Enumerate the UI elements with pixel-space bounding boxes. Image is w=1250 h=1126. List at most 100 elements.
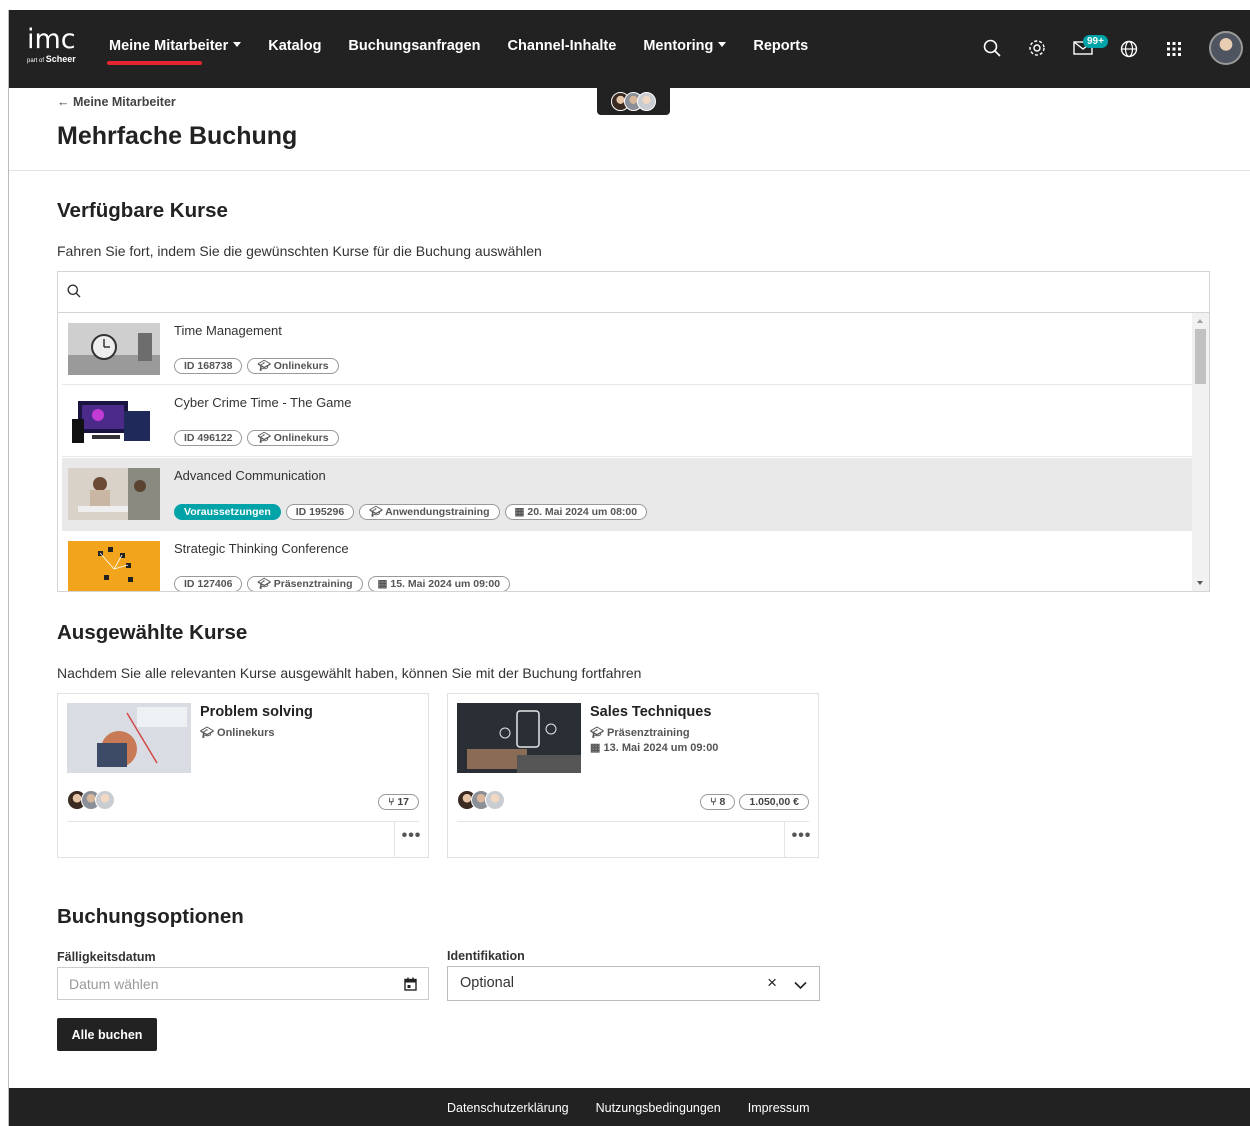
avatar bbox=[95, 790, 115, 810]
privacy-link[interactable]: Datenschutzerklärung bbox=[447, 1101, 569, 1115]
chevron-down-icon bbox=[718, 42, 727, 47]
nav-reports[interactable]: Reports bbox=[753, 38, 808, 54]
due-date-label: Fälligkeitsdatum bbox=[57, 950, 156, 964]
course-thumbnail bbox=[457, 703, 581, 773]
nav-meine-mitarbeiter[interactable]: Meine Mitarbeiter bbox=[106, 38, 242, 65]
main-nav: Meine Mitarbeiter Katalog Buchungsanfrag… bbox=[106, 38, 835, 65]
due-date-field[interactable] bbox=[57, 967, 429, 1000]
booking-options-heading: Buchungsoptionen bbox=[57, 905, 244, 928]
graduation-cap-icon: 🎓︎ bbox=[590, 727, 604, 739]
clear-icon[interactable]: × bbox=[767, 973, 777, 993]
user-avatar[interactable] bbox=[1209, 31, 1243, 65]
imprint-link[interactable]: Impressum bbox=[748, 1101, 810, 1115]
course-thumbnail bbox=[68, 541, 160, 591]
course-picker: Time Management ID 168738 🎓︎ Onlinekurs … bbox=[57, 271, 1210, 592]
globe-icon[interactable] bbox=[1117, 37, 1141, 61]
identification-label: Identifikation bbox=[447, 949, 525, 963]
course-id-chip: ID 195296 bbox=[285, 504, 355, 520]
divider bbox=[457, 821, 809, 822]
logo-text: imc bbox=[27, 24, 76, 55]
scroll-up-arrow[interactable] bbox=[1197, 319, 1203, 323]
search-icon bbox=[67, 284, 81, 303]
course-row-strategic-thinking[interactable]: Strategic Thinking Conference ID 127406 … bbox=[62, 531, 1192, 591]
graduation-cap-icon: 🎓︎ bbox=[257, 432, 271, 444]
logo-subtitle: part of Scheer bbox=[27, 54, 76, 64]
scroll-down-arrow[interactable] bbox=[1197, 581, 1203, 585]
course-date-chip: ▦ 15. Mai 2024 um 09:00 bbox=[367, 576, 511, 591]
course-title: Cyber Crime Time - The Game bbox=[174, 395, 352, 410]
divider bbox=[9, 170, 1250, 171]
course-row-cyber-crime[interactable]: Cyber Crime Time - The Game ID 496122 🎓︎… bbox=[62, 385, 1192, 457]
course-id-chip: ID 496122 bbox=[174, 430, 243, 446]
search-icon[interactable] bbox=[980, 36, 1004, 60]
graduation-cap-icon: 🎓︎ bbox=[257, 578, 271, 590]
mail-count-badge: 99+ bbox=[1083, 35, 1108, 48]
course-thumbnail bbox=[68, 395, 160, 447]
nav-buchungsanfragen[interactable]: Buchungsanfragen bbox=[348, 38, 480, 54]
identification-select[interactable]: Optional × bbox=[447, 966, 820, 1001]
book-all-button[interactable]: Alle buchen bbox=[57, 1018, 157, 1051]
selected-courses-heading: Ausgewählte Kurse bbox=[57, 621, 248, 644]
card-type: 🎓︎ Präsenztraining bbox=[590, 727, 690, 739]
graduation-cap-icon: 🎓︎ bbox=[200, 727, 214, 739]
avatar bbox=[485, 790, 505, 810]
seats-chip: ⑂ 17 bbox=[378, 794, 419, 810]
card-date: ▦ 13. Mai 2024 um 09:00 bbox=[590, 742, 719, 754]
course-type-chip: 🎓︎ Onlinekurs bbox=[247, 358, 339, 374]
participant-avatars[interactable] bbox=[457, 790, 505, 810]
seat-icon: ⑂ bbox=[388, 796, 395, 808]
available-courses-heading: Verfügbare Kurse bbox=[57, 199, 228, 222]
page-title: Mehrfache Buchung bbox=[57, 122, 298, 150]
course-title: Strategic Thinking Conference bbox=[174, 541, 349, 556]
footer: Datenschutzerklärung Nutzungsbedingungen… bbox=[9, 1088, 1250, 1126]
calendar-icon: ▦ bbox=[377, 578, 388, 590]
gear-icon[interactable] bbox=[1025, 36, 1049, 60]
nav-mentoring[interactable]: Mentoring bbox=[643, 38, 727, 54]
more-options-button[interactable]: ••• bbox=[784, 822, 818, 858]
identification-value: Optional bbox=[460, 975, 515, 991]
course-id-chip: ID 168738 bbox=[174, 358, 243, 374]
calendar-icon[interactable] bbox=[404, 977, 417, 996]
due-date-input[interactable] bbox=[58, 968, 388, 999]
selected-course-card[interactable]: Problem solving 🎓︎ Onlinekurs ⑂ 17 ••• bbox=[57, 693, 429, 858]
app-window: imc part of Scheer Meine Mitarbeiter Kat… bbox=[8, 10, 1250, 1126]
course-list: Time Management ID 168738 🎓︎ Onlinekurs … bbox=[58, 313, 1192, 591]
course-date-chip: ▦ 20. Mai 2024 um 08:00 bbox=[504, 504, 648, 520]
seats-chip: ⑂ 8 bbox=[700, 794, 736, 810]
apps-grid-icon[interactable] bbox=[1162, 37, 1186, 61]
selected-course-card[interactable]: Sales Techniques 🎓︎ Präsenztraining ▦ 13… bbox=[447, 693, 819, 858]
more-options-button[interactable]: ••• bbox=[394, 822, 428, 858]
chevron-down-icon bbox=[233, 42, 242, 47]
terms-link[interactable]: Nutzungsbedingungen bbox=[596, 1101, 721, 1115]
price-chip: 1.050,00 € bbox=[739, 794, 809, 810]
course-search-input[interactable] bbox=[58, 272, 1209, 313]
team-avatars-tab[interactable] bbox=[597, 88, 670, 115]
course-title: Time Management bbox=[174, 323, 282, 338]
imc-logo[interactable]: imc part of Scheer bbox=[27, 24, 76, 64]
graduation-cap-icon: 🎓︎ bbox=[369, 506, 383, 518]
seat-icon: ⑂ bbox=[710, 796, 717, 808]
graduation-cap-icon: 🎓︎ bbox=[257, 360, 271, 372]
course-row-time-management[interactable]: Time Management ID 168738 🎓︎ Onlinekurs bbox=[62, 313, 1192, 385]
course-thumbnail bbox=[67, 703, 191, 773]
chevron-down-icon[interactable] bbox=[794, 977, 807, 995]
back-link[interactable]: ← Meine Mitarbeiter bbox=[57, 95, 176, 109]
selected-courses-description: Nachdem Sie alle relevanten Kurse ausgew… bbox=[57, 665, 642, 681]
participant-avatars[interactable] bbox=[67, 790, 115, 810]
course-type-chip: 🎓︎ Onlinekurs bbox=[247, 430, 339, 446]
available-courses-description: Fahren Sie fort, indem Sie die gewünscht… bbox=[57, 243, 542, 259]
prerequisite-badge[interactable]: Voraussetzungen bbox=[174, 504, 281, 520]
scroll-thumb[interactable] bbox=[1195, 329, 1206, 384]
card-type: 🎓︎ Onlinekurs bbox=[200, 727, 275, 739]
course-title: Advanced Communication bbox=[174, 468, 326, 483]
course-id-chip: ID 127406 bbox=[174, 576, 243, 591]
divider bbox=[67, 821, 419, 822]
course-type-chip: 🎓︎ Anwendungstraining bbox=[359, 504, 500, 520]
nav-channel-inhalte[interactable]: Channel-Inhalte bbox=[508, 38, 617, 54]
course-row-advanced-communication[interactable]: Advanced Communication Voraussetzungen I… bbox=[62, 458, 1192, 531]
course-list-scrollbar[interactable] bbox=[1192, 313, 1209, 591]
nav-katalog[interactable]: Katalog bbox=[268, 38, 321, 54]
course-type-chip: 🎓︎ Präsenztraining bbox=[247, 576, 363, 591]
card-title: Sales Techniques bbox=[590, 704, 712, 720]
course-thumbnail bbox=[68, 468, 160, 520]
